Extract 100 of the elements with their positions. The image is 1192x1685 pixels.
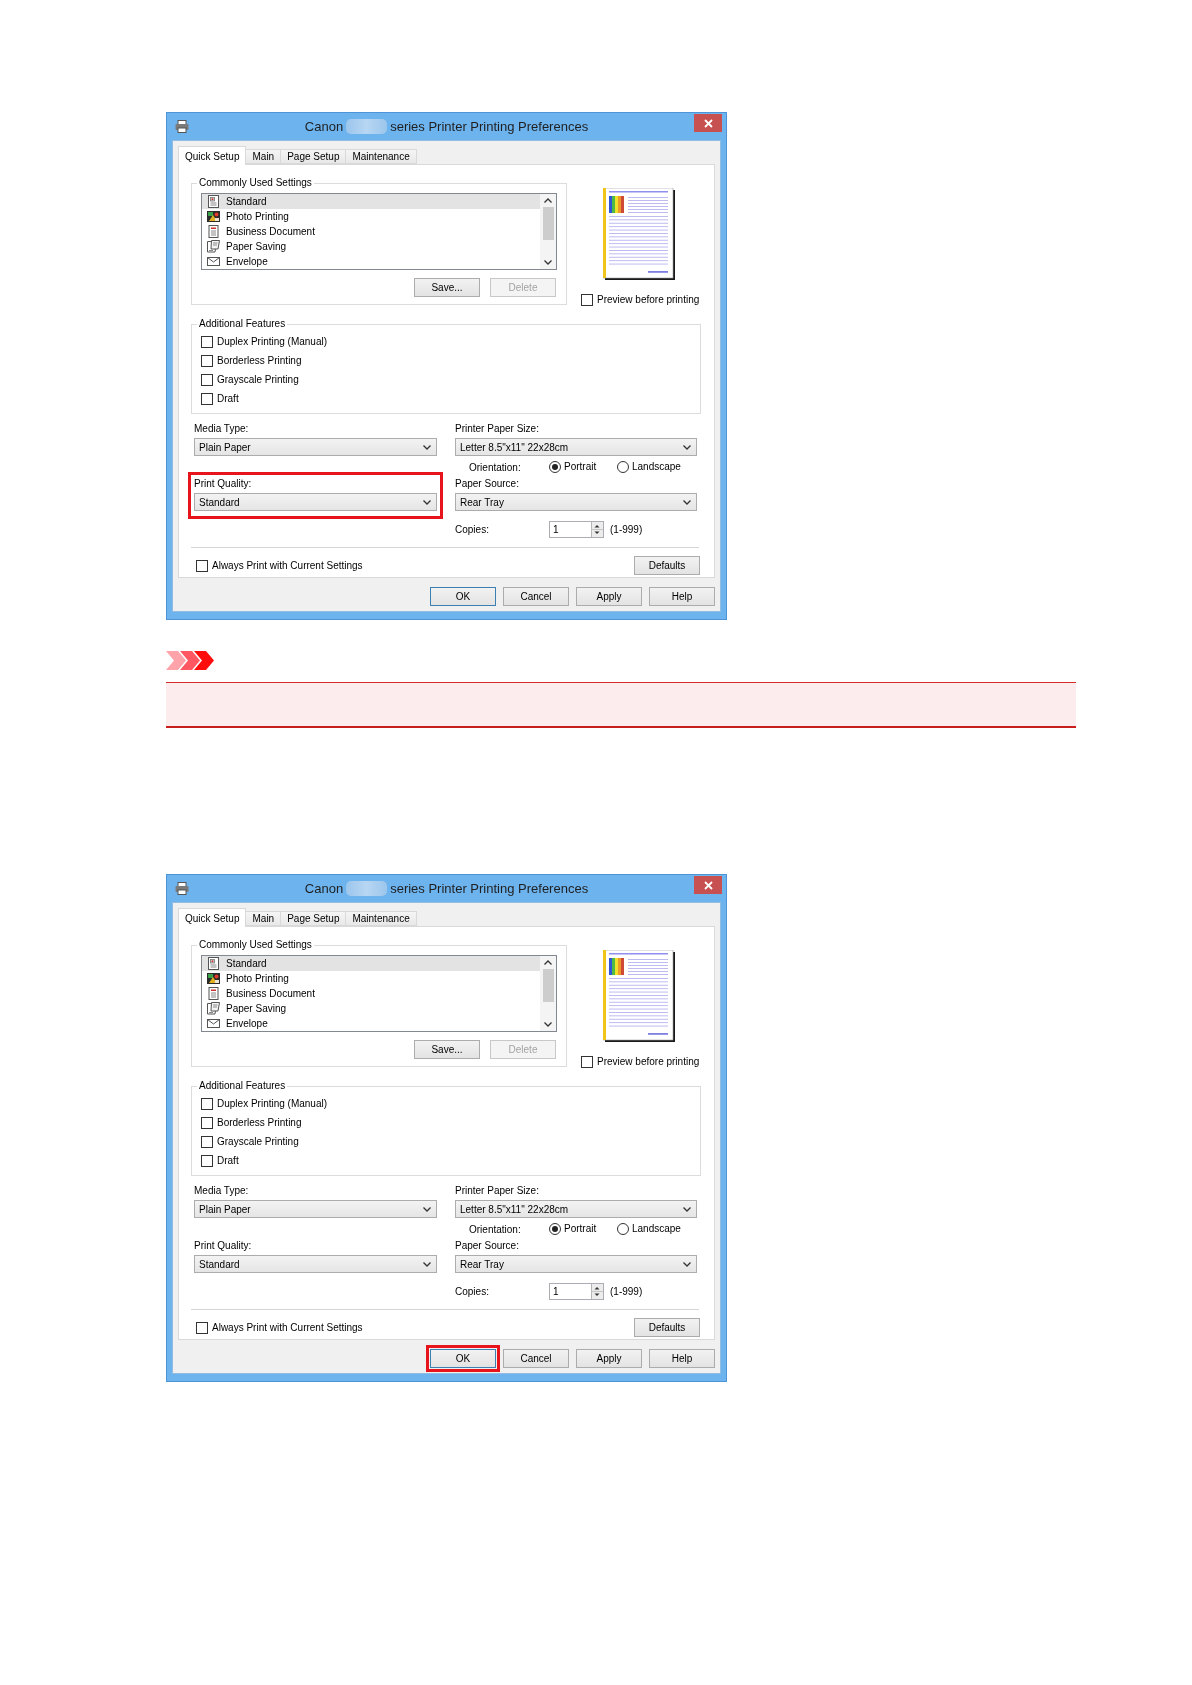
scrollbar-thumb[interactable] (542, 207, 554, 240)
checkbox[interactable] (201, 392, 213, 405)
checkbox[interactable] (201, 1135, 213, 1148)
checkbox[interactable] (201, 1154, 213, 1167)
tab[interactable]: Page Setup (280, 911, 347, 926)
dialog-button[interactable]: OK (430, 587, 496, 606)
copies-field[interactable]: 1 (549, 521, 604, 538)
field-label: Media Type: (194, 423, 250, 435)
dropdown[interactable]: Plain Paper (194, 438, 437, 456)
dialog-button[interactable]: Save... (414, 278, 480, 297)
dropdown[interactable]: Standard (194, 1255, 437, 1273)
field-label: Paper Source: (455, 478, 520, 490)
dialog-button[interactable]: Help (649, 587, 715, 606)
scrollbar[interactable] (540, 956, 556, 1031)
dialog-button[interactable]: Help (649, 1349, 715, 1368)
field-label: Paper Source: (455, 1240, 520, 1252)
checkbox-label: Grayscale Printing (217, 1135, 299, 1148)
list-item[interactable]: Standard (202, 956, 540, 971)
checkbox[interactable] (201, 1116, 213, 1129)
group-label: Commonly Used Settings (198, 177, 313, 189)
printer-icon (175, 882, 189, 895)
tab[interactable]: Quick Setup (178, 146, 247, 165)
tab[interactable]: Page Setup (280, 149, 347, 164)
dialog-button[interactable]: Apply (576, 587, 642, 606)
radio-button[interactable] (549, 1223, 561, 1235)
field-label: Print Quality: (194, 1240, 253, 1252)
list-item[interactable]: Photo Printing (202, 209, 540, 224)
close-button[interactable] (694, 876, 722, 894)
close-button[interactable] (694, 114, 722, 132)
list-item[interactable]: Paper Saving (202, 1001, 540, 1016)
checkbox-label: Borderless Printing (217, 1116, 302, 1129)
radio-button[interactable] (549, 461, 561, 473)
dropdown[interactable]: Letter 8.5"x11" 22x28cm (455, 438, 697, 456)
scrollbar-thumb[interactable] (542, 969, 554, 1002)
checkbox-label: Borderless Printing (217, 354, 302, 367)
dialog-button[interactable]: Save... (414, 1040, 480, 1059)
list-item[interactable]: Business Document (202, 986, 540, 1001)
checkbox-label: Duplex Printing (Manual) (217, 1097, 328, 1110)
spin-arrows-icon (591, 522, 603, 537)
dialog-button[interactable]: Cancel (503, 1349, 569, 1368)
radio-button[interactable] (617, 1223, 629, 1235)
dropdown[interactable]: Letter 8.5"x11" 22x28cm (455, 1200, 697, 1218)
photo-icon (207, 972, 220, 985)
chevron-down-icon (423, 1261, 431, 1267)
radio-label: Landscape (632, 1223, 681, 1235)
tab[interactable]: Main (245, 149, 282, 164)
stacked-pages-icon (207, 240, 220, 253)
defaults-button[interactable]: Defaults (634, 556, 700, 575)
checkbox-label: Always Print with Current Settings (212, 1321, 363, 1334)
checkbox[interactable] (201, 1097, 213, 1110)
tab[interactable]: Maintenance (345, 149, 417, 164)
dialog-button[interactable]: Apply (576, 1349, 642, 1368)
dialog-button[interactable]: Cancel (503, 587, 569, 606)
spin-arrows-icon (591, 1284, 603, 1299)
range-hint: (1-999) (610, 524, 643, 535)
defaults-button[interactable]: Defaults (634, 1318, 700, 1337)
window-title: series Printer Printing Preferences (390, 118, 589, 135)
photo-icon (207, 210, 220, 223)
checkbox-label: Preview before printing (597, 1055, 700, 1068)
chevron-down-icon (423, 1206, 431, 1212)
checkbox[interactable] (581, 1055, 593, 1068)
radio-button[interactable] (617, 461, 629, 473)
tab[interactable]: Maintenance (345, 911, 417, 926)
checkbox-label: Preview before printing (597, 293, 700, 306)
dropdown[interactable]: Rear Tray (455, 493, 697, 511)
list-item[interactable]: Photo Printing (202, 971, 540, 986)
checkbox[interactable] (201, 354, 213, 367)
field-label: Orientation: (469, 1223, 522, 1235)
checkbox[interactable] (196, 1321, 208, 1334)
dropdown[interactable]: Standard (194, 493, 437, 511)
chevron-down-icon (423, 499, 431, 505)
chevron-down-icon (683, 1261, 691, 1267)
tab[interactable]: Main (245, 911, 282, 926)
dropdown[interactable]: Rear Tray (455, 1255, 697, 1273)
list-item[interactable]: Envelope (202, 1016, 540, 1031)
chevron-up-icon (544, 198, 552, 203)
dropdown[interactable]: Plain Paper (194, 1200, 437, 1218)
list-item[interactable]: Standard (202, 194, 540, 209)
list-item[interactable]: Paper Saving (202, 239, 540, 254)
checkbox-label: Draft (217, 392, 239, 405)
group-label: Additional Features (198, 318, 287, 330)
list-item[interactable]: Envelope (202, 254, 540, 269)
dialog-button[interactable]: OK (430, 1349, 496, 1368)
copies-field[interactable]: 1 (549, 1283, 604, 1300)
checkbox[interactable] (196, 559, 208, 572)
scrollbar[interactable] (540, 194, 556, 269)
blurred-block (346, 881, 388, 896)
tab[interactable]: Quick Setup (178, 908, 247, 927)
list-item[interactable]: Business Document (202, 224, 540, 239)
radio-label: Landscape (632, 461, 681, 473)
checkbox[interactable] (201, 373, 213, 386)
printer-icon (175, 120, 189, 133)
stacked-pages-icon (207, 1002, 220, 1015)
checkbox[interactable] (201, 335, 213, 348)
window-title: Canon (304, 118, 344, 135)
checkbox[interactable] (581, 293, 593, 306)
range-hint: (1-999) (610, 1286, 643, 1297)
field-label: Print Quality: (194, 478, 253, 490)
chevron-down-icon (423, 444, 431, 450)
chevron-down-icon (683, 499, 691, 505)
